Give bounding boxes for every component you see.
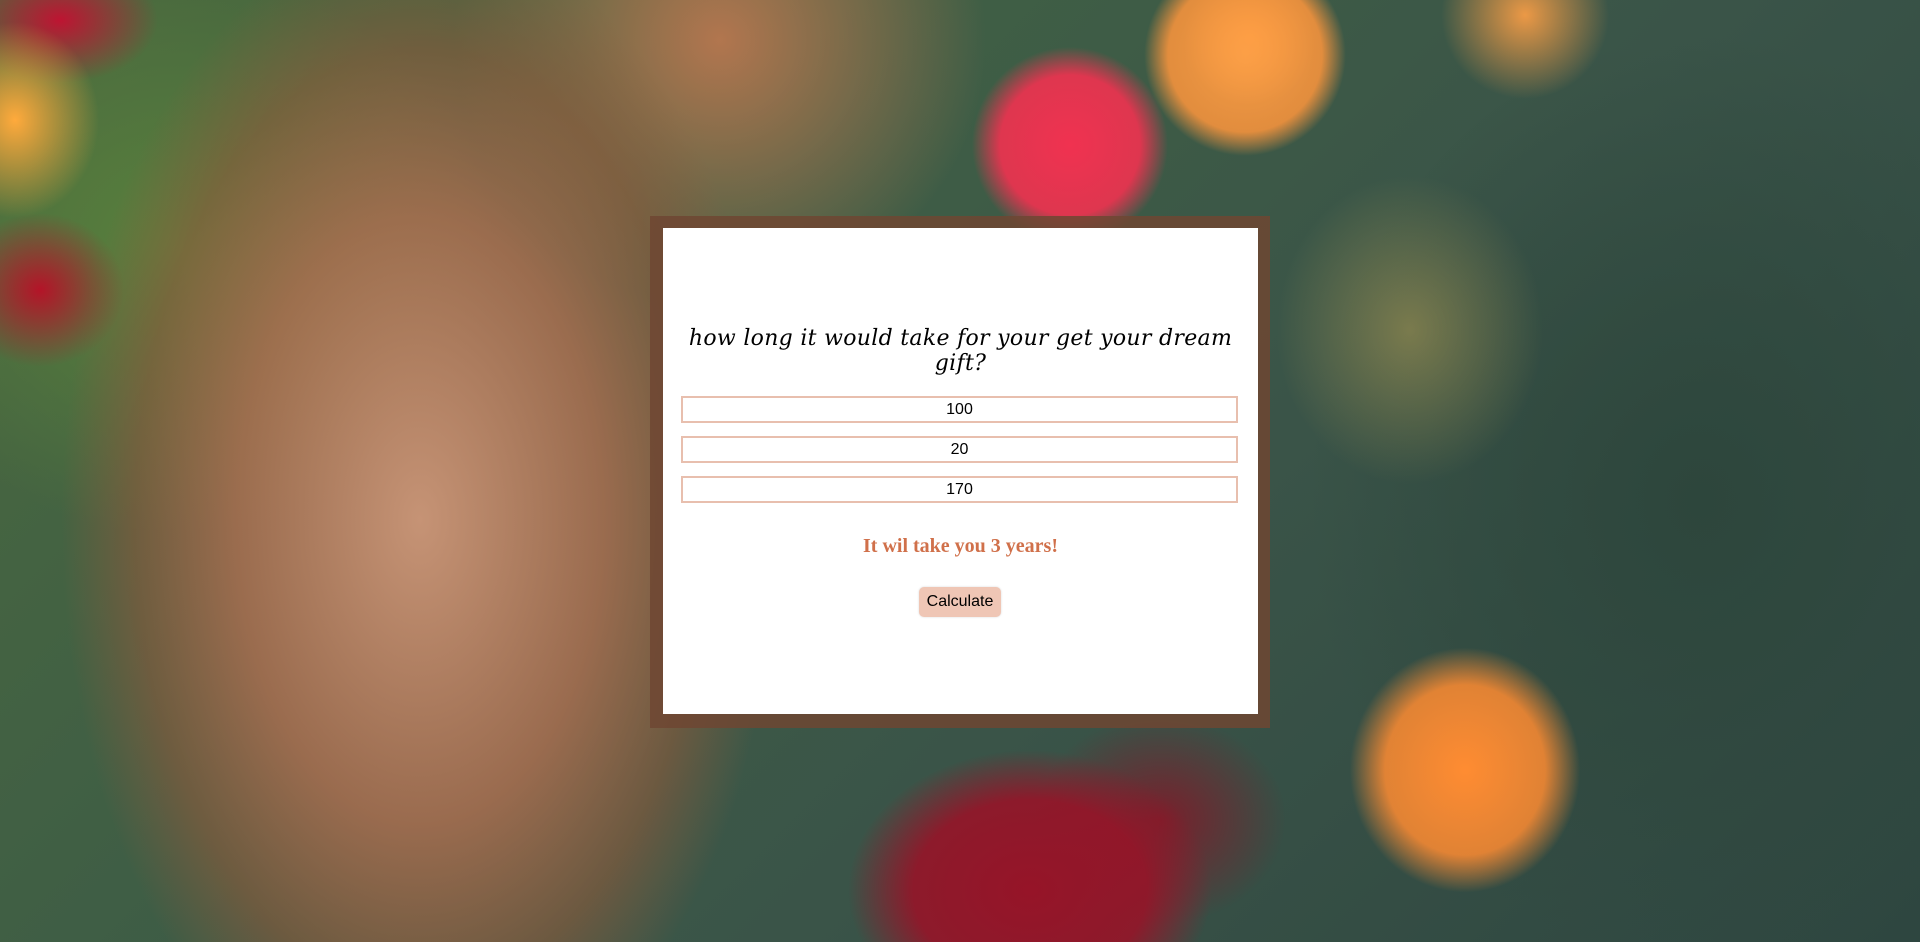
amount-input[interactable] — [681, 396, 1238, 423]
savings-input[interactable] — [681, 436, 1238, 463]
calculator-card: how long it would take for your get your… — [663, 228, 1258, 714]
gift-price-input[interactable] — [681, 476, 1238, 503]
calculate-button[interactable]: Calculate — [919, 587, 1001, 617]
result-message: It wil take you 3 years! — [863, 535, 1058, 557]
page-title: how long it would take for your get your… — [688, 326, 1233, 376]
